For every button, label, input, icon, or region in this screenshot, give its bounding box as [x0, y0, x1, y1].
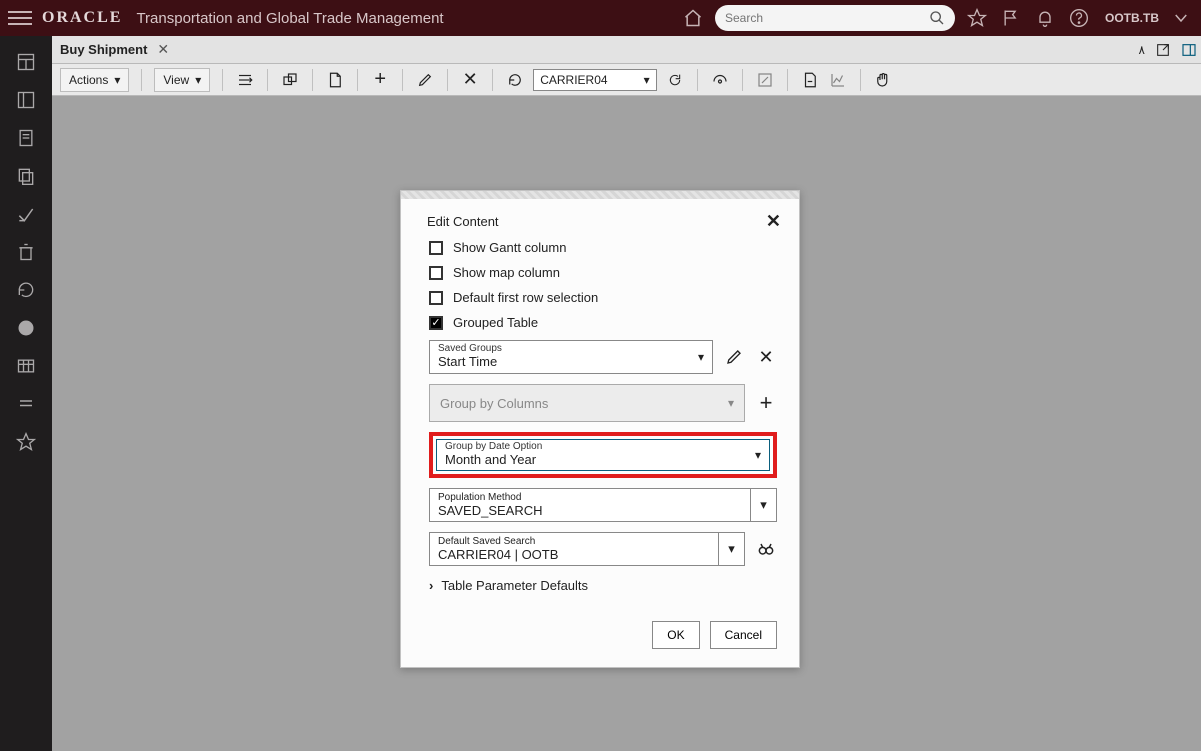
checkbox-icon — [429, 266, 443, 280]
view-label: View — [163, 73, 189, 87]
rail-download-icon[interactable] — [14, 202, 38, 226]
rail-list-icon[interactable] — [14, 392, 38, 416]
checkbox-icon — [429, 241, 443, 255]
chevron-down-icon: ▾ — [750, 489, 776, 521]
dialog-title: Edit Content — [427, 214, 499, 229]
actions-menu[interactable]: Actions ▾ — [60, 68, 129, 92]
reload-icon[interactable] — [665, 70, 685, 90]
maximize-icon[interactable] — [1155, 42, 1171, 58]
view-search-icon[interactable] — [755, 538, 777, 560]
view-menu[interactable]: View ▾ — [154, 68, 210, 92]
flag-icon[interactable] — [999, 6, 1023, 30]
chart-icon[interactable] — [828, 70, 848, 90]
chevron-down-icon: ▾ — [195, 73, 201, 87]
search-input[interactable] — [725, 11, 923, 25]
star-icon[interactable] — [965, 6, 989, 30]
top-header: ORACLE Transportation and Global Trade M… — [0, 0, 1201, 36]
field-value: Start Time — [438, 354, 704, 370]
checkbox-label: Show map column — [453, 265, 560, 280]
show-map-checkbox[interactable]: Show map column — [429, 265, 777, 280]
checkbox-icon: ✓ — [429, 316, 443, 330]
chevron-down-icon: ▾ — [644, 73, 650, 87]
edit-group-icon[interactable] — [723, 346, 745, 368]
expand-label: Table Parameter Defaults — [441, 578, 588, 593]
home-icon[interactable] — [681, 6, 705, 30]
search-icon — [929, 10, 945, 26]
edit-content-dialog: Edit Content ✕ Show Gantt column Show ma… — [400, 190, 800, 668]
rail-copy-icon[interactable] — [14, 164, 38, 188]
default-saved-search-dropdown[interactable]: Default Saved Search CARRIER04 | OOTB ▾ — [429, 532, 745, 566]
delete-icon[interactable]: ✕ — [460, 70, 480, 90]
tab-buy-shipment[interactable]: Buy Shipment — [60, 42, 147, 57]
cancel-button[interactable]: Cancel — [710, 621, 777, 649]
add-icon[interactable]: + — [370, 70, 390, 90]
rail-star-icon[interactable] — [14, 430, 38, 454]
rail-note-icon[interactable] — [14, 126, 38, 150]
table-parameter-defaults-toggle[interactable]: › Table Parameter Defaults — [429, 578, 777, 593]
help-icon[interactable] — [1067, 6, 1091, 30]
carrier-dropdown[interactable]: CARRIER04 ▾ — [533, 69, 656, 91]
new-doc-icon[interactable] — [325, 70, 345, 90]
carrier-value: CARRIER04 — [540, 73, 607, 87]
chevron-down-icon: ▾ — [718, 533, 744, 565]
checkbox-label: Show Gantt column — [453, 240, 566, 255]
grouped-table-checkbox[interactable]: ✓ Grouped Table — [429, 315, 777, 330]
remove-group-icon[interactable]: ✕ — [755, 346, 777, 368]
close-icon[interactable]: ✕ — [766, 211, 781, 232]
bell-icon[interactable] — [1033, 6, 1057, 30]
tab-close-icon[interactable]: ✕ — [157, 41, 169, 58]
oracle-logo: ORACLE — [42, 9, 122, 27]
chevron-down-icon: ▾ — [114, 73, 120, 87]
compose-icon[interactable] — [755, 70, 775, 90]
user-label[interactable]: OOTB.TB — [1105, 11, 1159, 25]
ok-button[interactable]: OK — [652, 621, 699, 649]
rail-info-icon[interactable] — [14, 316, 38, 340]
group-by-date-highlight: Group by Date Option Month and Year ▾ — [429, 432, 777, 478]
field-label: Default Saved Search — [438, 536, 736, 547]
show-gantt-checkbox[interactable]: Show Gantt column — [429, 240, 777, 255]
field-value: SAVED_SEARCH — [438, 503, 768, 518]
global-search[interactable] — [715, 5, 955, 31]
pan-icon[interactable] — [873, 70, 893, 90]
population-method-dropdown[interactable]: Population Method SAVED_SEARCH ▾ — [429, 488, 777, 522]
field-value: CARRIER04 | OOTB — [438, 547, 736, 562]
checkbox-label: Default first row selection — [453, 290, 598, 305]
rail-grid-icon[interactable] — [14, 354, 38, 378]
saved-groups-dropdown[interactable]: Saved Groups Start Time ▾ — [429, 340, 713, 374]
add-group-icon[interactable]: + — [755, 392, 777, 414]
detach-icon[interactable] — [280, 70, 300, 90]
field-placeholder: Group by Columns — [440, 396, 548, 411]
rail-refresh-icon[interactable] — [14, 278, 38, 302]
default-first-row-checkbox[interactable]: Default first row selection — [429, 290, 777, 305]
field-value: Month and Year — [445, 452, 761, 468]
field-label: Saved Groups — [438, 344, 704, 354]
rail-dashboard-icon[interactable] — [14, 50, 38, 74]
checkbox-label: Grouped Table — [453, 315, 538, 330]
refresh-icon[interactable] — [505, 70, 525, 90]
settings-icon[interactable] — [710, 70, 730, 90]
group-by-columns-dropdown[interactable]: Group by Columns ▾ — [429, 384, 745, 422]
edit-icon[interactable] — [415, 70, 435, 90]
toolbar: Actions ▾ View ▾ + ✕ CARRIER04 ▾ — [52, 64, 1201, 96]
rail-layout-icon[interactable] — [14, 88, 38, 112]
panel-toggle-icon[interactable] — [1181, 42, 1197, 58]
hamburger-menu[interactable] — [8, 6, 32, 30]
export-icon[interactable] — [800, 70, 820, 90]
actions-label: Actions — [69, 73, 108, 87]
left-rail — [0, 36, 52, 751]
chevron-right-icon: › — [429, 578, 433, 593]
rail-trash-icon[interactable] — [14, 240, 38, 264]
format-icon[interactable] — [235, 70, 255, 90]
minimize-icon[interactable]: ٨ — [1139, 43, 1145, 57]
chevron-down-icon: ▾ — [728, 396, 734, 410]
app-title: Transportation and Global Trade Manageme… — [136, 10, 443, 27]
field-label: Population Method — [438, 492, 768, 503]
tab-strip: Buy Shipment ✕ ٨ — [52, 36, 1201, 64]
dialog-drag-handle[interactable] — [401, 191, 799, 199]
checkbox-icon — [429, 291, 443, 305]
user-dropdown-icon[interactable] — [1169, 6, 1193, 30]
field-label: Group by Date Option — [445, 442, 761, 452]
group-by-date-dropdown[interactable]: Group by Date Option Month and Year ▾ — [436, 439, 770, 471]
